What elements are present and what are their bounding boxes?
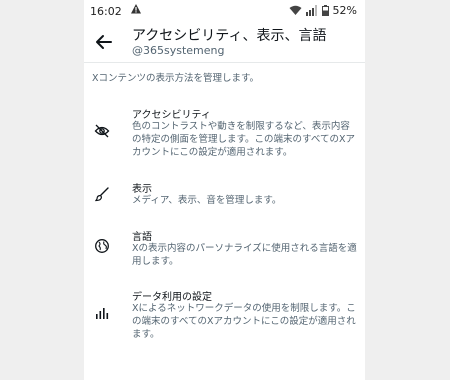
- settings-item-accessibility[interactable]: アクセシビリティ 色のコントラストや動きを制限するなど、表示内容の特定の側面を管…: [84, 106, 365, 160]
- settings-item-label: 言語: [132, 232, 152, 243]
- status-icons: 52%: [289, 4, 357, 17]
- settings-item-description: Xによるネットワークデータの使用を制限します。この端末のすべてのXアカウントにこ…: [132, 303, 356, 340]
- settings-item-label: データ利用の設定: [132, 292, 212, 303]
- settings-item-description: メディア、表示、音を管理します。: [132, 195, 282, 206]
- eye-slash-icon: [94, 123, 110, 139]
- paintbrush-icon: [94, 186, 110, 202]
- settings-item-description: Xの表示内容のパーソナライズに使用される言語を適用します。: [132, 243, 357, 267]
- header-divider: [84, 62, 365, 63]
- settings-item-label: 表示: [132, 184, 152, 195]
- signal-icon: [305, 5, 318, 16]
- header: アクセシビリティ、表示、言語 @365systemeng: [84, 22, 365, 62]
- settings-item-description: 色のコントラストや動きを制限するなど、表示内容の特定の側面を管理します。この端末…: [132, 121, 356, 158]
- globe-icon: [94, 238, 110, 254]
- status-bar: 16:02 52%: [84, 0, 365, 22]
- screen: 16:02 52% アクセシビリティ、表示、言語 @365systemeng X…: [84, 0, 365, 380]
- bar-chart-icon: [94, 305, 110, 321]
- settings-item-data-usage[interactable]: データ利用の設定 Xによるネットワークデータの使用を制限します。この端末のすべて…: [84, 288, 365, 342]
- arrow-left-icon[interactable]: [94, 32, 114, 52]
- wifi-icon: [289, 5, 302, 16]
- page-title: アクセシビリティ、表示、言語: [132, 28, 327, 44]
- warning-icon: [130, 3, 142, 15]
- settings-item-language[interactable]: 言語 Xの表示内容のパーソナライズに使用される言語を適用します。: [84, 228, 365, 268]
- settings-item-display[interactable]: 表示 メディア、表示、音を管理します。: [84, 180, 365, 210]
- battery-icon: [321, 5, 329, 16]
- page-description: Xコンテンツの表示方法を管理します。: [92, 73, 260, 84]
- settings-item-label: アクセシビリティ: [132, 110, 211, 121]
- account-handle: @365systemeng: [132, 44, 225, 57]
- battery-level: 52%: [332, 4, 357, 17]
- status-time: 16:02: [90, 5, 122, 18]
